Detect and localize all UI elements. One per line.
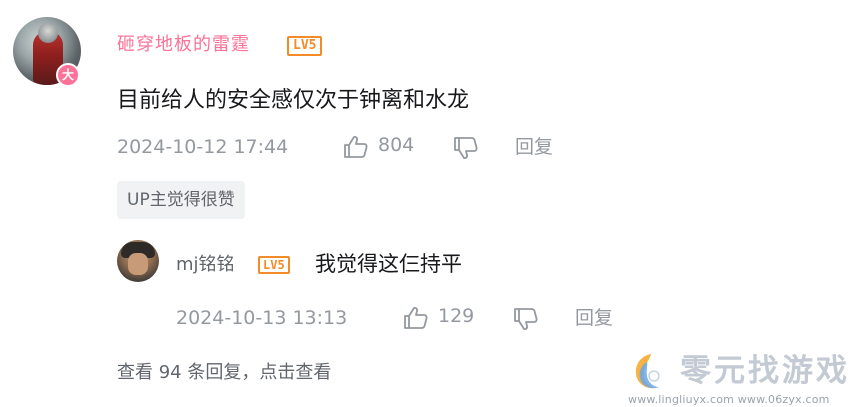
- comment-text: 目前给人的安全感仅次于钟离和水龙: [117, 88, 470, 113]
- reply-text: 我觉得这仨持平: [315, 252, 462, 276]
- watermark-url: www.lingliuyx.com www.06zyx.com: [628, 393, 830, 406]
- watermark-title: 零元找游戏: [680, 353, 850, 389]
- reply-dislike-icon[interactable]: [513, 307, 539, 331]
- like-count: 804: [378, 134, 415, 156]
- reply-avatar[interactable]: [117, 240, 159, 282]
- logo-icon: [627, 350, 673, 396]
- view-more-replies[interactable]: 查看 94 条回复，点击查看: [117, 360, 331, 386]
- avatar-badge: 大: [56, 63, 80, 87]
- up-liked-tag: UP主觉得很赞: [117, 181, 245, 219]
- reply-level-badge: LV5: [258, 256, 290, 274]
- reply-button[interactable]: 回复: [515, 134, 553, 160]
- comment-username[interactable]: 砸穿地板的雷霆: [117, 33, 250, 57]
- comment-date: 2024-10-12 17:44: [117, 136, 289, 158]
- reply-username[interactable]: mj铭铭: [176, 253, 235, 277]
- like-icon[interactable]: [343, 135, 369, 159]
- reply-like-count: 129: [438, 305, 475, 327]
- level-badge: LV5: [287, 36, 323, 56]
- reply-reply-button[interactable]: 回复: [575, 305, 613, 331]
- dislike-icon[interactable]: [453, 136, 479, 160]
- avatar-face: [128, 253, 148, 275]
- avatar-figure-head: [38, 23, 58, 43]
- reply-date: 2024-10-13 13:13: [176, 307, 348, 329]
- reply-like-icon[interactable]: [403, 306, 429, 330]
